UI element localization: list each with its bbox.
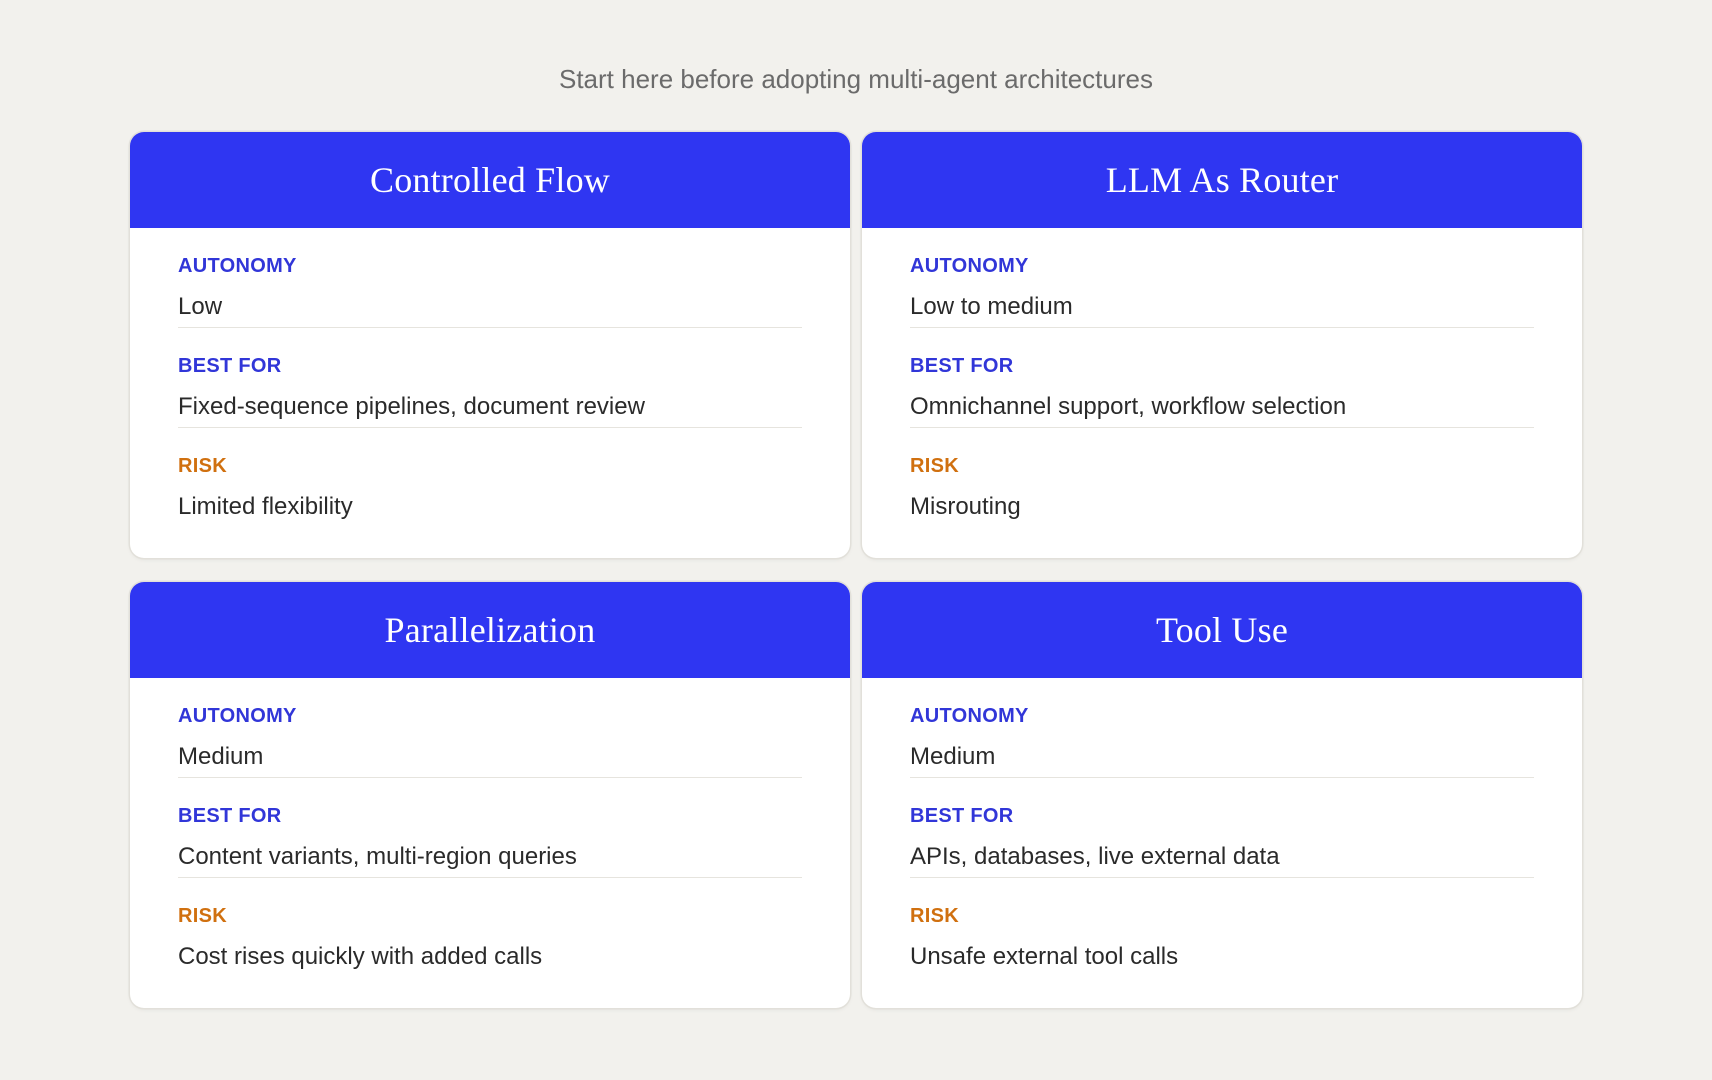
risk-label: RISK: [178, 455, 227, 477]
autonomy-value: Low to medium: [910, 293, 1073, 320]
risk-label: RISK: [178, 905, 227, 927]
autonomy-value: Medium: [178, 743, 264, 770]
card-title: LLM As Router: [1105, 160, 1339, 200]
card-title: Parallelization: [384, 610, 596, 650]
risk-row: RISK Cost rises quickly with added calls: [178, 878, 802, 978]
risk-row: RISK Unsafe external tool calls: [910, 878, 1534, 978]
best-for-value: Fixed-sequence pipelines, document revie…: [178, 393, 645, 420]
card-body: AUTONOMY Medium BEST FOR APIs, databases…: [862, 678, 1582, 978]
card-header: Parallelization: [130, 582, 850, 678]
best-for-value: APIs, databases, live external data: [910, 843, 1280, 870]
best-for-row: BEST FOR Content variants, multi-region …: [178, 778, 802, 878]
best-for-label: BEST FOR: [178, 805, 282, 827]
risk-label: RISK: [910, 455, 959, 477]
risk-row: RISK Limited flexibility: [178, 428, 802, 528]
best-for-row: BEST FOR Omnichannel support, workflow s…: [910, 328, 1534, 428]
risk-label: RISK: [910, 905, 959, 927]
best-for-label: BEST FOR: [910, 805, 1014, 827]
card-llm-as-router: LLM As Router AUTONOMY Low to medium BES…: [862, 132, 1582, 558]
risk-row: RISK Misrouting: [910, 428, 1534, 528]
card-header: Controlled Flow: [130, 132, 850, 228]
card-body: AUTONOMY Low BEST FOR Fixed-sequence pip…: [130, 228, 850, 528]
best-for-value: Omnichannel support, workflow selection: [910, 393, 1347, 420]
autonomy-row: AUTONOMY Low to medium: [910, 228, 1534, 328]
autonomy-row: AUTONOMY Medium: [178, 678, 802, 778]
risk-value: Misrouting: [910, 493, 1021, 520]
card-controlled-flow: Controlled Flow AUTONOMY Low BEST FOR Fi…: [130, 132, 850, 558]
page-subtitle: Start here before adopting multi-agent a…: [558, 64, 1153, 94]
risk-value: Unsafe external tool calls: [910, 943, 1179, 970]
risk-value: Limited flexibility: [178, 493, 353, 520]
card-header: LLM As Router: [862, 132, 1582, 228]
risk-value: Cost rises quickly with added calls: [178, 943, 543, 970]
best-for-label: BEST FOR: [910, 355, 1014, 377]
best-for-row: BEST FOR APIs, databases, live external …: [910, 778, 1534, 878]
card-parallelization: Parallelization AUTONOMY Medium BEST FOR…: [130, 582, 850, 1008]
autonomy-row: AUTONOMY Medium: [910, 678, 1534, 778]
best-for-row: BEST FOR Fixed-sequence pipelines, docum…: [178, 328, 802, 428]
card-title: Controlled Flow: [369, 160, 610, 200]
card-title: Tool Use: [1155, 610, 1289, 650]
pattern-grid: Controlled Flow AUTONOMY Low BEST FOR Fi…: [130, 132, 1582, 1008]
best-for-label: BEST FOR: [178, 355, 282, 377]
autonomy-label: AUTONOMY: [178, 255, 297, 277]
card-tool-use: Tool Use AUTONOMY Medium BEST FOR APIs, …: [862, 582, 1582, 1008]
autonomy-row: AUTONOMY Low: [178, 228, 802, 328]
card-body: AUTONOMY Low to medium BEST FOR Omnichan…: [862, 228, 1582, 528]
autonomy-value: Low: [178, 293, 223, 320]
autonomy-label: AUTONOMY: [910, 705, 1029, 727]
card-header: Tool Use: [862, 582, 1582, 678]
autonomy-label: AUTONOMY: [178, 705, 297, 727]
autonomy-label: AUTONOMY: [910, 255, 1029, 277]
autonomy-value: Medium: [910, 743, 996, 770]
card-body: AUTONOMY Medium BEST FOR Content variant…: [130, 678, 850, 978]
best-for-value: Content variants, multi-region queries: [178, 843, 577, 870]
